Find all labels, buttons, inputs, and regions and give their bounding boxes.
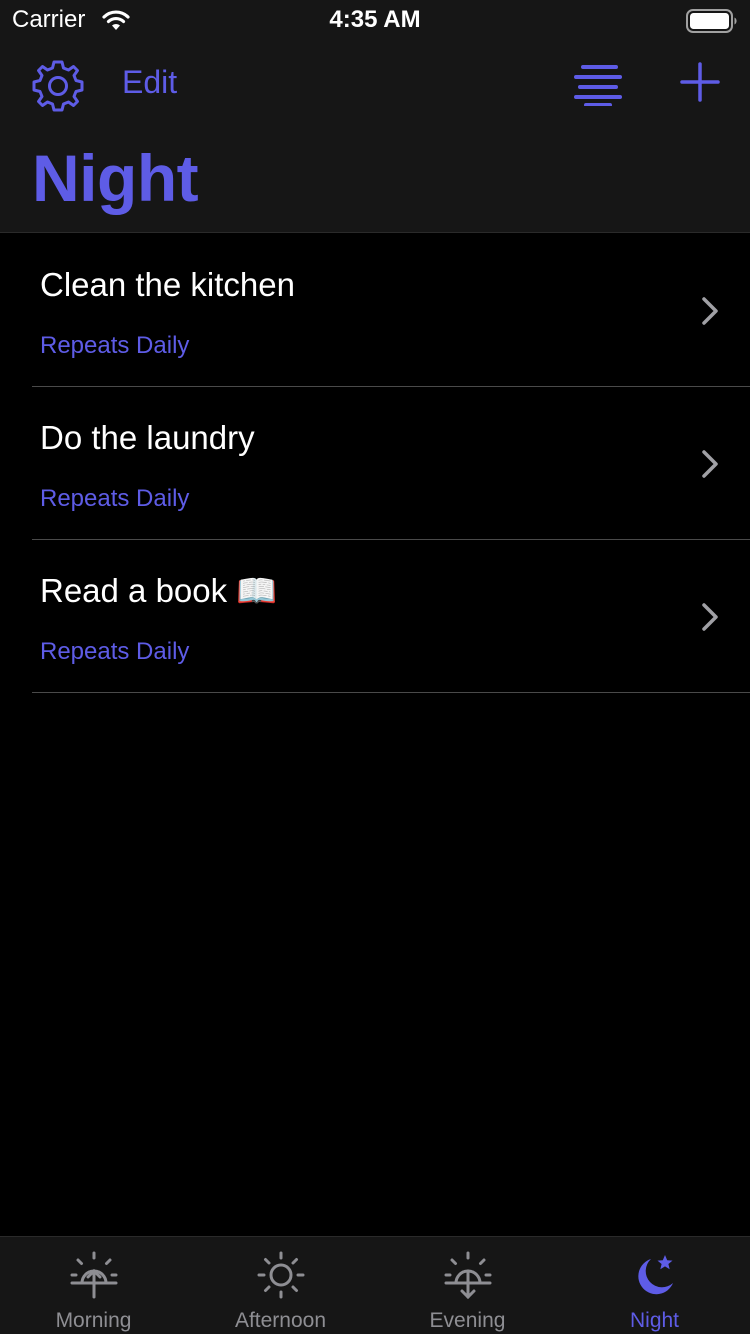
tab-label: Evening	[429, 1309, 506, 1332]
task-repeat-label: Repeats Daily	[40, 638, 190, 665]
page-title: Night	[32, 141, 199, 215]
settings-gear-icon[interactable]	[30, 58, 86, 114]
app-screen: Carrier 4:35 AM Edit Night Clean the kit…	[0, 0, 750, 1334]
task-title: Clean the kitchen	[40, 266, 295, 303]
sunset-icon	[444, 1251, 491, 1300]
task-title: Read a book 📖	[40, 572, 278, 609]
status-time: 4:35 AM	[329, 6, 421, 33]
status-bar: Carrier 4:35 AM	[0, 0, 750, 42]
add-task-plus-icon[interactable]	[680, 62, 720, 102]
tab-label: Afternoon	[234, 1309, 327, 1332]
sunrise-icon	[70, 1251, 117, 1299]
tab-label: Morning	[55, 1309, 132, 1332]
tab-morning[interactable]: Morning	[0, 1237, 187, 1334]
tab-night[interactable]: Night	[561, 1237, 748, 1334]
task-list: Clean the kitchen Repeats Daily Do the l…	[0, 234, 750, 693]
sun-icon	[257, 1251, 304, 1299]
chevron-right-icon	[702, 297, 718, 325]
chevron-right-icon	[702, 450, 718, 478]
chevron-right-icon	[702, 603, 718, 631]
moon-star-icon	[637, 1255, 673, 1295]
navigation-header: Edit Night	[0, 42, 750, 233]
sort-list-icon[interactable]	[572, 62, 622, 106]
edit-button[interactable]: Edit	[122, 64, 177, 101]
tab-afternoon[interactable]: Afternoon	[187, 1237, 374, 1334]
tab-label: Night	[629, 1309, 680, 1332]
tab-evening[interactable]: Evening	[374, 1237, 561, 1334]
task-row-clean-kitchen[interactable]: Clean the kitchen Repeats Daily	[0, 234, 750, 387]
battery-icon	[686, 9, 737, 33]
task-repeat-label: Repeats Daily	[40, 485, 190, 512]
tab-bar: Morning Afternoon Evening Night	[0, 1236, 750, 1334]
task-row-do-laundry[interactable]: Do the laundry Repeats Daily	[0, 387, 750, 540]
task-title: Do the laundry	[40, 419, 255, 456]
task-row-read-book[interactable]: Read a book 📖 Repeats Daily	[0, 540, 750, 693]
task-repeat-label: Repeats Daily	[40, 332, 190, 359]
